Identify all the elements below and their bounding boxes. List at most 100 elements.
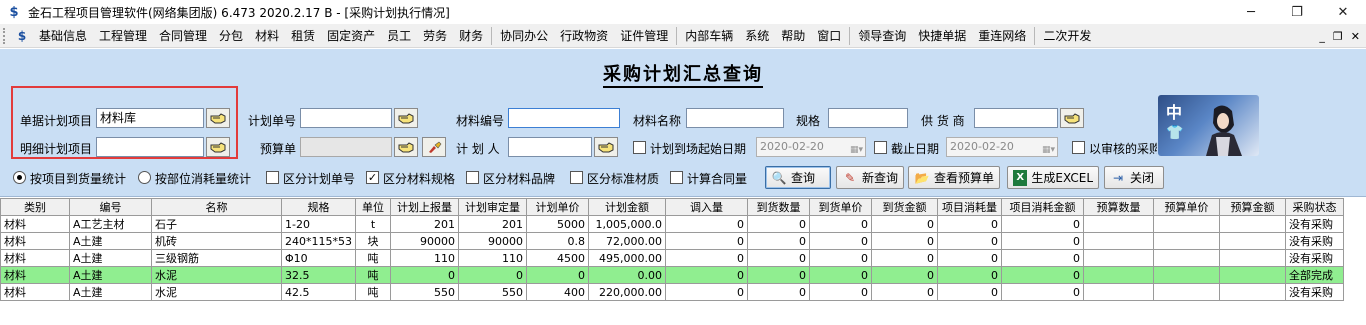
column-header[interactable]: 单位 — [355, 198, 391, 216]
column-header[interactable]: 计划审定量 — [458, 198, 527, 216]
menu-staff[interactable]: 员工 — [381, 24, 417, 48]
budget-field[interactable] — [300, 137, 392, 157]
menu-quick-docs[interactable]: 快捷单据 — [912, 24, 972, 48]
split-brand-checkbox[interactable] — [466, 171, 479, 184]
approved-only-label: 以审核的采购 — [1089, 142, 1157, 156]
detail-item-field[interactable] — [96, 137, 204, 157]
table-row[interactable]: 材料 A土建 三级钢筋 Φ10 吨 110 110 4500 495,000.00 0 0 0 0 0 0 没… — [0, 249, 1344, 267]
column-header[interactable]: 名称 — [151, 198, 282, 216]
material-name-field[interactable] — [686, 108, 784, 128]
menu-basic-info[interactable]: 基础信息 — [33, 24, 93, 48]
menu-office[interactable]: 协同办公 — [494, 24, 554, 48]
end-date-picker[interactable]: 2020-02-20 ▦▾ — [946, 137, 1058, 157]
column-header[interactable]: 调入量 — [665, 198, 748, 216]
menu-project-mgmt[interactable]: 工程管理 — [93, 24, 153, 48]
by-dept-radio[interactable] — [138, 171, 151, 184]
split-spec-checkbox[interactable]: ✓ — [366, 171, 379, 184]
detail-item-label: 明细计划项目 — [20, 142, 93, 156]
planner-label: 计 划 人 — [456, 142, 500, 156]
minimize-button[interactable]: ─ — [1228, 0, 1274, 24]
table-cell: 0 — [747, 215, 810, 233]
end-date-checkbox[interactable] — [874, 141, 887, 154]
column-header[interactable]: 到货单价 — [809, 198, 872, 216]
detail-item-picker-button[interactable] — [206, 137, 230, 157]
material-code-field[interactable] — [508, 108, 620, 128]
table-row[interactable]: 材料 A土建 水泥 32.5 吨 0 0 0 0.00 0 0 0 0 0 0 全部完成 — [0, 266, 1344, 284]
menu-admin-supplies[interactable]: 行政物资 — [554, 24, 614, 48]
budget-picker-button[interactable] — [394, 137, 418, 157]
menu-labor[interactable]: 劳务 — [417, 24, 453, 48]
menu-secondary-dev[interactable]: 二次开发 — [1037, 24, 1097, 48]
mdi-close-button[interactable]: ✕ — [1351, 30, 1360, 43]
planner-picker-button[interactable] — [594, 137, 618, 157]
table-cell — [1153, 232, 1220, 250]
calc-contract-checkbox[interactable] — [670, 171, 683, 184]
table-row[interactable]: 材料 A土建 水泥 42.5 吨 550 550 400 220,000.00 0 0 0 0 0 0 没有采… — [0, 283, 1344, 301]
column-header[interactable]: 编号 — [69, 198, 152, 216]
column-header[interactable]: 规格 — [281, 198, 356, 216]
split-plan-no-checkbox[interactable] — [266, 171, 279, 184]
new-query-button[interactable]: ✎ 新查询 — [836, 166, 904, 189]
arrival-start-checkbox[interactable] — [633, 141, 646, 154]
plan-no-field[interactable] — [300, 108, 392, 128]
column-header[interactable]: 项目消耗量 — [937, 198, 1002, 216]
menu-window[interactable]: 窗口 — [811, 24, 847, 48]
plan-item-field[interactable]: 材料库 — [96, 108, 204, 128]
supplier-field[interactable] — [974, 108, 1058, 128]
menu-help[interactable]: 帮助 — [775, 24, 811, 48]
column-header[interactable]: 预算数量 — [1083, 198, 1154, 216]
query-button[interactable]: 🔍 查询 — [765, 166, 831, 189]
plan-no-picker-button[interactable] — [394, 108, 418, 128]
table-cell: A土建 — [69, 283, 152, 301]
menu-fixed-assets[interactable]: 固定资产 — [321, 24, 381, 48]
table-cell: 90000 — [458, 232, 527, 250]
plan-item-picker-button[interactable] — [206, 108, 230, 128]
table-row[interactable]: 材料 A工艺主材 石子 1-20 t 201 201 5000 1,005,000.0 0 0 0 0 0… — [0, 215, 1344, 233]
table-cell — [1219, 215, 1286, 233]
table-row[interactable]: 材料 A土建 机砖 240*115*53 块 90000 90000 0.8 72,000.00… — [0, 232, 1344, 250]
column-header[interactable]: 项目消耗金额 — [1001, 198, 1084, 216]
menu-subcontract[interactable]: 分包 — [213, 24, 249, 48]
arrival-start-date-picker[interactable]: 2020-02-20 ▦▾ — [756, 137, 866, 157]
character-illustration-icon — [1206, 105, 1242, 156]
menu-reconnect[interactable]: 重连网络 — [972, 24, 1032, 48]
column-header[interactable]: 计划单价 — [526, 198, 589, 216]
close-button[interactable]: ✕ — [1320, 0, 1366, 24]
material-code-label: 材料编号 — [456, 114, 505, 128]
table-cell: 0.8 — [526, 232, 589, 250]
column-header[interactable]: 采购状态 — [1285, 198, 1344, 216]
column-header[interactable]: 计划金额 — [588, 198, 666, 216]
column-header[interactable]: 到货数量 — [747, 198, 810, 216]
clear-brush-button[interactable] — [422, 137, 446, 157]
column-header[interactable]: 预算单价 — [1153, 198, 1220, 216]
view-budget-button[interactable]: 📂 查看预算单 — [908, 166, 1000, 189]
table-cell: 0 — [747, 232, 810, 250]
query-button-label: 查询 — [791, 171, 816, 185]
menu-certificates[interactable]: 证件管理 — [614, 24, 674, 48]
mdi-restore-button[interactable]: ❐ — [1333, 30, 1343, 43]
menu-lease[interactable]: 租赁 — [285, 24, 321, 48]
menu-leader-query[interactable]: 领导查询 — [852, 24, 912, 48]
data-grid[interactable]: 类别 编号 名称 规格 单位 计划上报量 计划审定量 计划单价 计划金额 调入量… — [0, 198, 1366, 325]
menu-vehicles[interactable]: 内部车辆 — [679, 24, 739, 48]
spec-field[interactable] — [828, 108, 908, 128]
menu-contract-mgmt[interactable]: 合同管理 — [153, 24, 213, 48]
menu-system[interactable]: 系统 — [739, 24, 775, 48]
column-header[interactable]: 计划上报量 — [390, 198, 459, 216]
export-excel-button[interactable]: X 生成EXCEL — [1007, 166, 1099, 189]
menu-material[interactable]: 材料 — [249, 24, 285, 48]
mdi-minimize-button[interactable]: _ — [1319, 30, 1325, 43]
supplier-picker-button[interactable] — [1060, 108, 1084, 128]
approved-only-checkbox[interactable] — [1072, 141, 1085, 154]
column-header[interactable]: 类别 — [0, 198, 70, 216]
menu-grip-handle[interactable] — [3, 27, 11, 44]
column-header[interactable]: 到货金额 — [871, 198, 938, 216]
close-window-button[interactable]: ⇥ 关闭 — [1104, 166, 1164, 189]
menu-finance[interactable]: 财务 — [453, 24, 489, 48]
by-item-radio[interactable] — [13, 171, 26, 184]
planner-field[interactable] — [508, 137, 592, 157]
split-brand-label: 区分材料品牌 — [483, 172, 556, 186]
maximize-button[interactable]: ❐ — [1274, 0, 1320, 24]
column-header[interactable]: 预算金额 — [1219, 198, 1286, 216]
split-standard-checkbox[interactable] — [570, 171, 583, 184]
